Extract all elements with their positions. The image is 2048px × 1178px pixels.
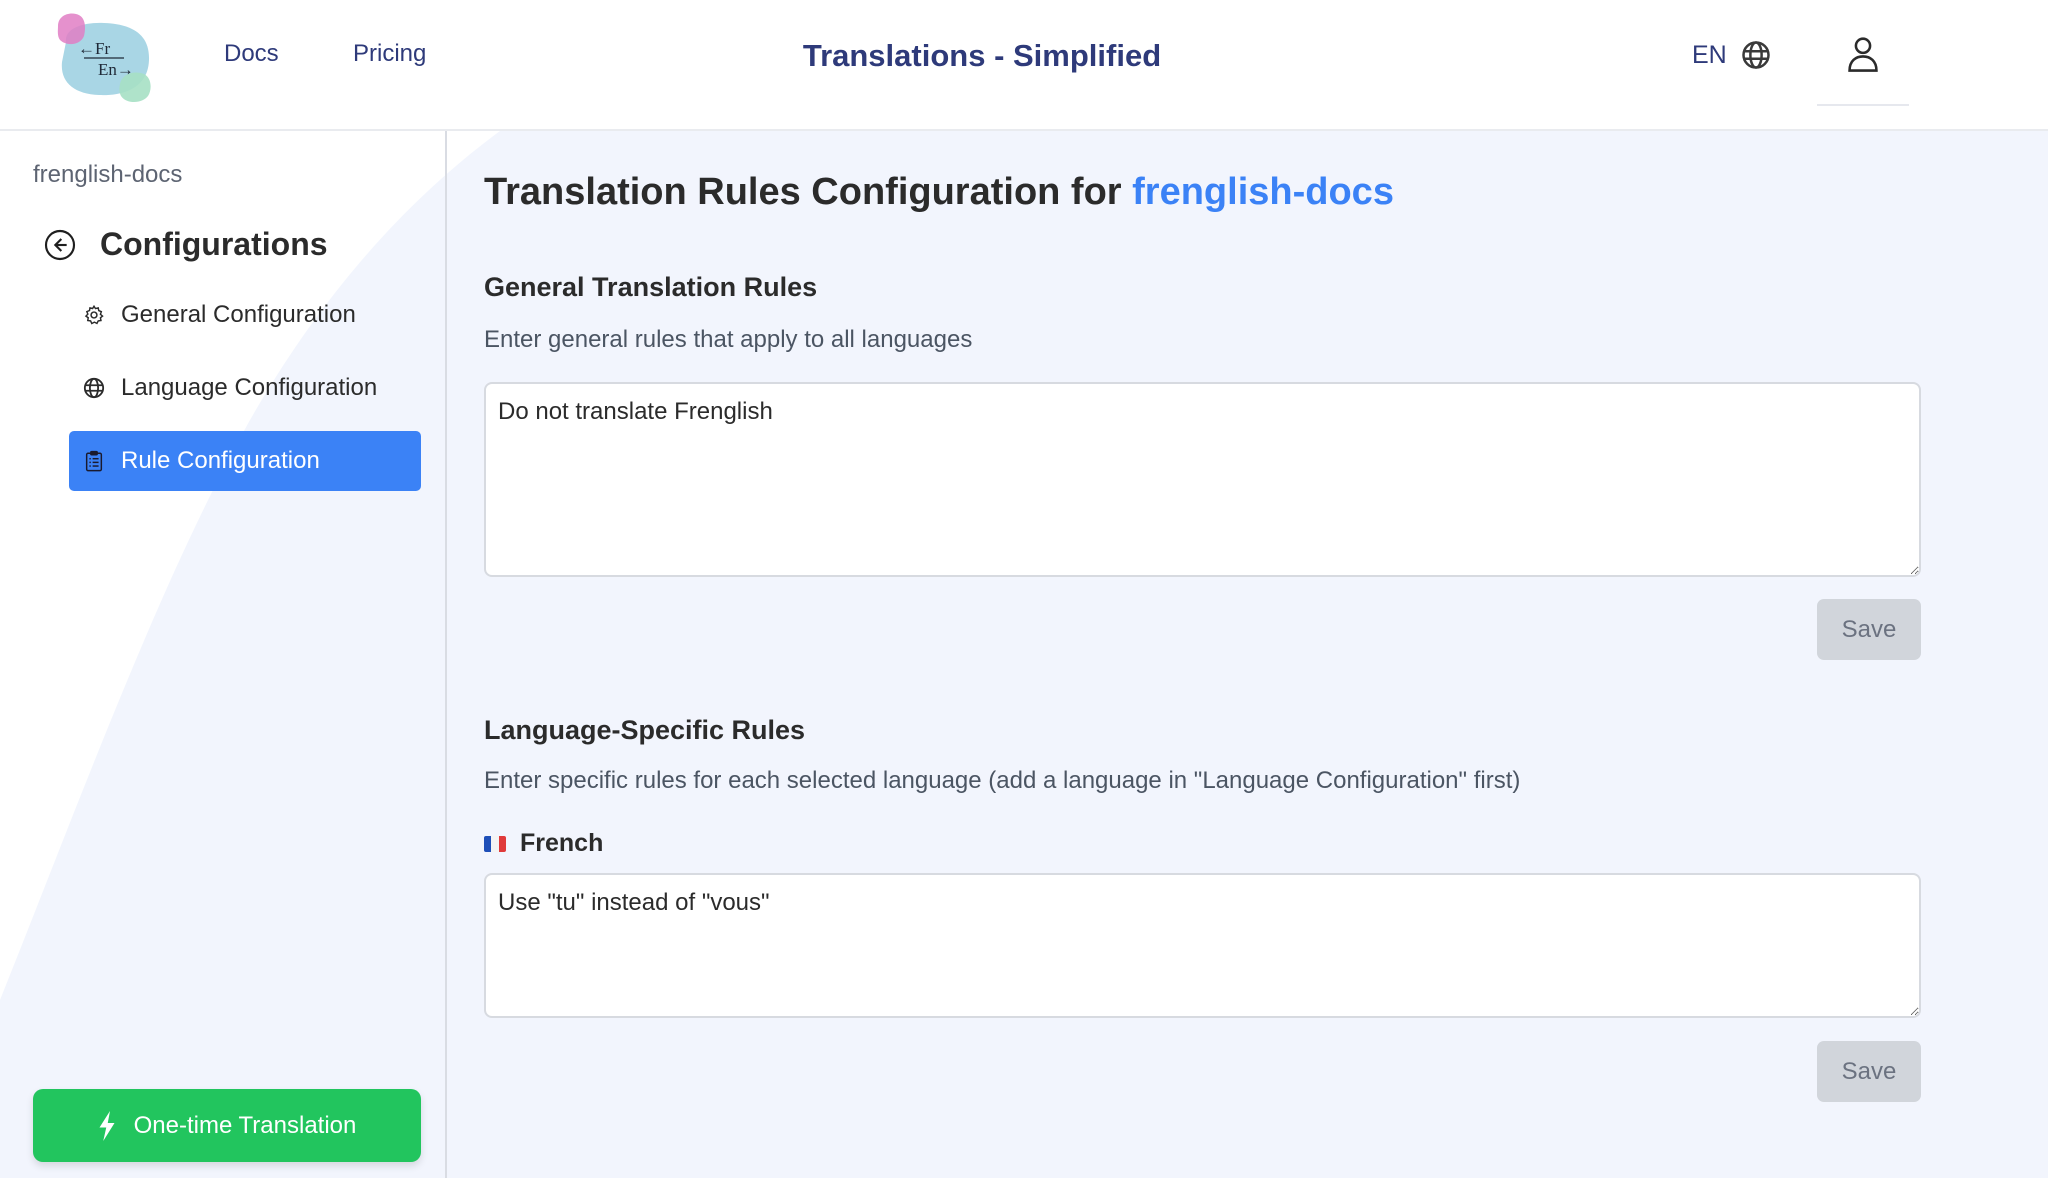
sidebar-item-label: Rule Configuration [121, 447, 320, 474]
one-time-translation-button[interactable]: One-time Translation [33, 1089, 421, 1162]
page-title-prefix: Translation Rules Configuration for [484, 171, 1133, 213]
user-icon [1848, 37, 1878, 72]
french-rules-textarea[interactable]: Use "tu" instead of "vous" [484, 873, 1921, 1018]
sidebar: frenglish-docs Configurations General Co… [0, 131, 447, 1178]
project-name: frenglish-docs [33, 161, 183, 188]
general-rules-textarea[interactable]: Do not translate Frenglish [484, 382, 1921, 577]
gear-icon [84, 304, 104, 325]
user-menu-button[interactable] [1817, 30, 1909, 106]
sidebar-item-language-configuration[interactable]: Language Configuration [69, 358, 421, 418]
top-header: ←Fr En→ Docs Pricing Translations - Simp… [0, 0, 2048, 131]
general-rules-title: General Translation Rules [484, 272, 818, 302]
app-title: Translations - Simplified [802, 38, 1162, 73]
configurations-header: Configurations [44, 226, 328, 263]
sidebar-item-label: Language Configuration [121, 374, 378, 401]
page-title-project: frenglish-docs [1132, 171, 1394, 213]
language-rules-title: Language-Specific Rules [484, 715, 806, 745]
sidebar-item-general-configuration[interactable]: General Configuration [69, 285, 421, 345]
language-name: French [520, 829, 604, 857]
lightning-icon [99, 1110, 115, 1141]
french-rules-save-button[interactable]: Save [1817, 1041, 1921, 1102]
language-switcher[interactable]: EN [1692, 40, 1771, 70]
general-rules-description: Enter general rules that apply to all la… [484, 326, 973, 353]
language-code: EN [1692, 40, 1727, 69]
french-flag-icon [484, 835, 506, 852]
sidebar-item-label: General Configuration [121, 301, 356, 328]
language-rules-description: Enter specific rules for each selected l… [484, 767, 1521, 794]
general-rules-save-button[interactable]: Save [1817, 599, 1921, 660]
sidebar-item-rule-configuration[interactable]: Rule Configuration [69, 431, 421, 491]
globe-icon [83, 377, 105, 399]
main-content: Translation Rules Configuration for fren… [484, 131, 1924, 1178]
globe-icon [1741, 41, 1770, 69]
configurations-title: Configurations [100, 226, 328, 262]
language-label-french: French [484, 829, 603, 858]
one-time-translation-label: One-time Translation [133, 1111, 357, 1139]
clipboard-list-icon [85, 450, 103, 472]
page-title: Translation Rules Configuration for fren… [484, 171, 1394, 214]
arrow-left-circle-icon[interactable] [44, 229, 76, 261]
